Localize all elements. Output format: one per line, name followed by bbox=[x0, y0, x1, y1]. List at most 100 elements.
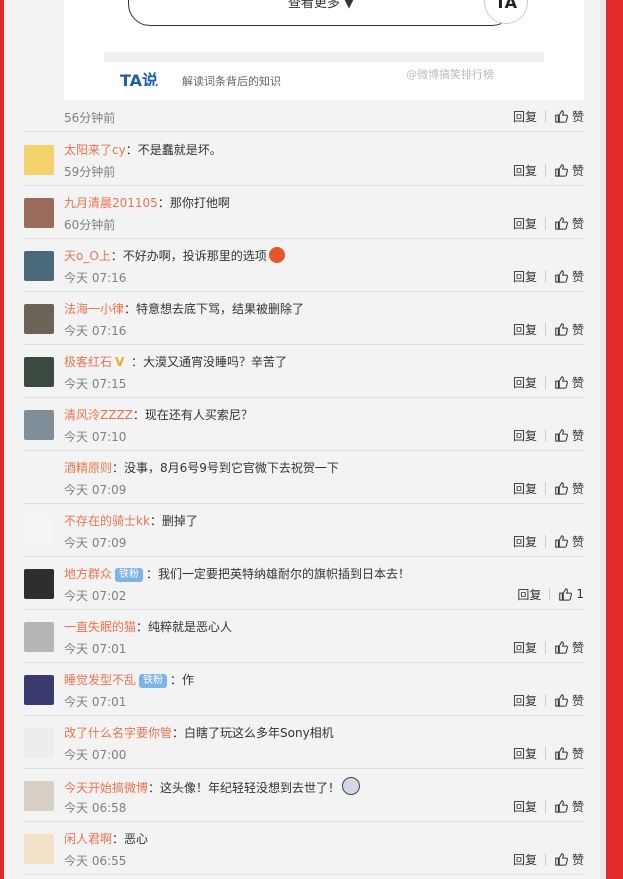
thumbs-up-icon[interactable] bbox=[554, 216, 568, 230]
like-count[interactable]: 赞 bbox=[572, 745, 584, 762]
comment-time: 今天 07:16 bbox=[64, 271, 127, 285]
comment-actions: 回复 赞 bbox=[513, 639, 584, 656]
reply-button[interactable]: 回复 bbox=[513, 480, 537, 497]
user-avatar[interactable] bbox=[24, 622, 54, 652]
user-avatar[interactable] bbox=[24, 781, 54, 811]
user-avatar[interactable] bbox=[24, 463, 54, 493]
comment-row-header: 56分钟前 回复 赞 bbox=[24, 100, 584, 132]
thumbs-up-icon[interactable] bbox=[558, 587, 573, 601]
comment-row: 闲人君啊：恶心 今天 06:55 回复 赞 bbox=[24, 822, 584, 875]
reply-button[interactable]: 回复 bbox=[513, 427, 537, 444]
comment-actions: 回复 赞 bbox=[513, 427, 584, 444]
user-name-link[interactable]: 地方群众 bbox=[64, 567, 112, 581]
thumbs-up-icon[interactable] bbox=[554, 428, 568, 442]
like-count[interactable]: 赞 bbox=[572, 268, 584, 285]
like-count[interactable]: 赞 bbox=[572, 692, 584, 709]
comment-time: 今天 07:01 bbox=[64, 695, 127, 709]
reply-button[interactable]: 回复 bbox=[517, 586, 541, 603]
user-avatar[interactable] bbox=[24, 834, 54, 864]
thumbs-up-icon[interactable] bbox=[554, 375, 568, 389]
comment-actions: 回复 赞 bbox=[513, 321, 584, 338]
like-count[interactable]: 赞 bbox=[572, 374, 584, 391]
user-name-link[interactable]: 天o_O上 bbox=[64, 249, 111, 263]
like-count[interactable]: 赞 bbox=[572, 798, 584, 815]
thumbs-up-icon[interactable] bbox=[554, 109, 568, 123]
user-name-link[interactable]: 酒精原则 bbox=[64, 461, 112, 475]
thumbs-up-icon[interactable] bbox=[554, 746, 568, 760]
action-separator bbox=[544, 322, 546, 336]
comment-text: ：不是蠢就是坏。 bbox=[125, 143, 222, 157]
thumbs-up-icon[interactable] bbox=[554, 693, 568, 707]
user-name-link[interactable]: 闲人君啊 bbox=[64, 832, 112, 846]
comment-time: 今天 06:58 bbox=[64, 801, 127, 815]
user-avatar[interactable] bbox=[24, 251, 54, 281]
comment-line: 九月清晨201105：那你打他啊 bbox=[64, 194, 230, 211]
reply-button[interactable]: 回复 bbox=[513, 162, 537, 179]
like-count[interactable]: 赞 bbox=[572, 639, 584, 656]
comment-actions: 回复 赞 bbox=[513, 533, 584, 550]
user-avatar[interactable] bbox=[24, 145, 54, 175]
like-count[interactable]: 赞 bbox=[572, 851, 584, 868]
user-avatar[interactable] bbox=[24, 728, 54, 758]
reply-button[interactable]: 回复 bbox=[513, 745, 537, 762]
like-count[interactable]: 赞 bbox=[572, 480, 584, 497]
comment-line: 太阳来了cy：不是蠢就是坏。 bbox=[64, 141, 222, 158]
ta-logo: TA说 bbox=[120, 72, 159, 86]
like-count[interactable]: 赞 bbox=[572, 215, 584, 232]
user-name-link[interactable]: 九月清晨201105 bbox=[64, 196, 158, 210]
reply-button[interactable]: 回复 bbox=[513, 268, 537, 285]
reply-button[interactable]: 回复 bbox=[513, 215, 537, 232]
comment-row: 九月清晨201105：那你打他啊 60分钟前 回复 赞 bbox=[24, 186, 584, 239]
view-more-button[interactable]: 查看更多 ▼ bbox=[128, 0, 514, 26]
user-name-link[interactable]: 一直失眠的猫 bbox=[64, 620, 136, 634]
reply-button[interactable]: 回复 bbox=[513, 533, 537, 550]
user-name-link[interactable]: 不存在的骑士kk bbox=[64, 514, 150, 528]
user-avatar[interactable] bbox=[24, 304, 54, 334]
user-avatar[interactable] bbox=[24, 516, 54, 546]
comment-row: 天o_O上：不好办啊，投诉那里的选项 今天 07:16 回复 赞 bbox=[24, 239, 584, 292]
user-name-link[interactable]: 极客红石 bbox=[64, 355, 112, 369]
fan-badge[interactable]: 铁粉 bbox=[115, 568, 144, 582]
like-count[interactable]: 赞 bbox=[572, 321, 584, 338]
user-name-link[interactable]: 今天开始搞微博 bbox=[64, 781, 148, 795]
like-count[interactable]: 赞 bbox=[572, 533, 584, 550]
thumbs-up-icon[interactable] bbox=[554, 534, 568, 548]
thumbs-up-icon[interactable] bbox=[554, 269, 568, 283]
comment-row: 今天开始搞微博：这头像！年纪轻轻没想到去世了！ 今天 06:58 回复 赞 bbox=[24, 769, 584, 822]
reply-button[interactable]: 回复 bbox=[513, 639, 537, 656]
user-avatar[interactable] bbox=[24, 569, 54, 599]
reply-button[interactable]: 回复 bbox=[513, 692, 537, 709]
user-avatar[interactable] bbox=[24, 675, 54, 705]
thumbs-up-icon[interactable] bbox=[554, 852, 568, 866]
user-avatar[interactable] bbox=[24, 410, 54, 440]
reply-button[interactable]: 回复 bbox=[513, 374, 537, 391]
action-separator bbox=[544, 428, 546, 442]
action-separator bbox=[544, 269, 546, 283]
action-separator bbox=[544, 746, 546, 760]
like-count[interactable]: 赞 bbox=[572, 162, 584, 179]
like-count[interactable]: 1 bbox=[576, 587, 584, 601]
thumbs-up-icon[interactable] bbox=[554, 163, 568, 177]
comment-time: 今天 07:00 bbox=[64, 748, 127, 762]
user-name-link[interactable]: 改了什么名字要你管 bbox=[64, 726, 172, 740]
user-name-link[interactable]: 睡觉发型不乱 bbox=[64, 673, 136, 687]
thumbs-up-icon[interactable] bbox=[554, 322, 568, 336]
reply-button[interactable]: 回复 bbox=[513, 851, 537, 868]
like-label[interactable]: 赞 bbox=[572, 108, 584, 125]
fan-badge[interactable]: 铁粉 bbox=[139, 674, 168, 688]
user-name-link[interactable]: 清风泠ZZZZ bbox=[64, 408, 133, 422]
reply-button[interactable]: 回复 bbox=[513, 108, 537, 125]
user-name-link[interactable]: 法海一小律 bbox=[64, 302, 124, 316]
comment-text: ：纯粹就是恶心人 bbox=[136, 620, 233, 634]
like-count[interactable]: 赞 bbox=[572, 427, 584, 444]
comment-actions: 回复 赞 bbox=[513, 851, 584, 868]
user-avatar[interactable] bbox=[24, 357, 54, 387]
comment-row: 极客红石 V ：大漠又通宵没睡吗？辛苦了 今天 07:15 回复 赞 bbox=[24, 345, 584, 398]
thumbs-up-icon[interactable] bbox=[554, 481, 568, 495]
reply-button[interactable]: 回复 bbox=[513, 321, 537, 338]
thumbs-up-icon[interactable] bbox=[554, 799, 568, 813]
thumbs-up-icon[interactable] bbox=[554, 640, 568, 654]
user-name-link[interactable]: 太阳来了cy bbox=[64, 143, 126, 157]
reply-button[interactable]: 回复 bbox=[513, 798, 537, 815]
user-avatar[interactable] bbox=[24, 198, 54, 228]
